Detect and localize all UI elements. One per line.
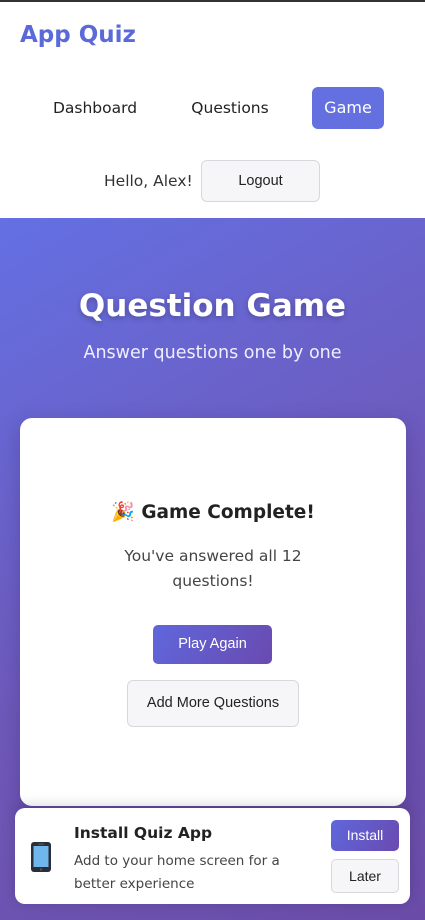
user-bar: Hello, Alex! Logout <box>0 160 425 202</box>
install-banner: Install Quiz App Add to your home screen… <box>15 808 410 904</box>
game-complete-card: 🎉 Game Complete! You've answered all 12 … <box>20 418 406 806</box>
logout-button[interactable]: Logout <box>201 160 320 202</box>
main-nav: Dashboard Questions Game <box>0 87 425 129</box>
add-more-questions-button[interactable]: Add More Questions <box>127 680 299 727</box>
game-complete-heading: 🎉 Game Complete! <box>20 500 406 523</box>
party-popper-icon: 🎉 <box>111 501 135 523</box>
page-title: Question Game <box>78 288 347 324</box>
nav-dashboard[interactable]: Dashboard <box>40 87 150 129</box>
play-again-button[interactable]: Play Again <box>153 625 272 664</box>
install-title: Install Quiz App <box>74 824 213 842</box>
nav-questions[interactable]: Questions <box>178 87 282 129</box>
nav-game-active[interactable]: Game <box>312 87 384 129</box>
later-button[interactable]: Later <box>331 859 399 893</box>
mobile-phone-icon <box>31 842 51 872</box>
user-greeting: Hello, Alex! <box>104 172 193 190</box>
install-button[interactable]: Install <box>331 820 399 851</box>
page-subtitle: Answer questions one by one <box>83 343 342 363</box>
install-description: Add to your home screen for a better exp… <box>74 853 280 892</box>
app-brand[interactable]: App Quiz <box>20 22 136 48</box>
game-complete-title: Game Complete! <box>141 502 315 523</box>
game-complete-message: You've answered all 12 questions! <box>124 547 302 590</box>
app-header: App Quiz Dashboard Questions Game Hello,… <box>0 2 425 218</box>
